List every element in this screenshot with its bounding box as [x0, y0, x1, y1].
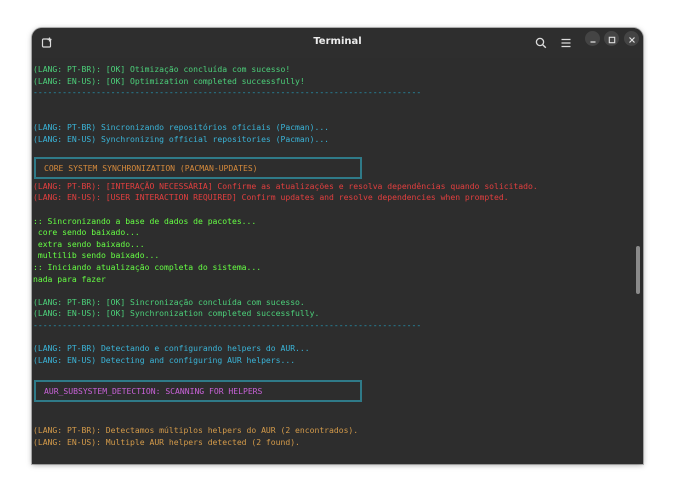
search-icon: [535, 37, 547, 49]
section-header-box: AUR_SUBSYSTEM_DETECTION: SCANNING FOR HE…: [34, 379, 362, 402]
terminal-window: Terminal (LANG: PT-BR): [OK] Otimização …: [32, 28, 643, 464]
menu-button[interactable]: [559, 36, 573, 50]
maximize-button[interactable]: [604, 31, 619, 46]
output-line: (LANG: PT-BR) Detectando e configurando …: [33, 343, 310, 354]
search-button[interactable]: [534, 36, 548, 50]
output-line: nada para fazer: [33, 273, 106, 284]
close-icon: [628, 29, 636, 48]
separator-line: ----------------------------------------…: [33, 87, 422, 98]
minimize-icon: [589, 29, 597, 48]
output-line: (LANG: EN-US): [USER INTERACTION REQUIRE…: [33, 192, 509, 203]
section-header-box: CORE SYSTEM SYNCHRONIZATION (PACMAN-UPDA…: [34, 156, 362, 179]
output-line: (LANG: EN-US) Synchronizing official rep…: [33, 133, 330, 144]
output-line: (LANG: PT-BR): [OK] Sincronização conclu…: [33, 296, 305, 307]
separator-line: ----------------------------------------…: [33, 319, 422, 330]
maximize-icon: [608, 29, 616, 48]
output-line: :: Iniciando atualização completa do sis…: [33, 261, 262, 272]
output-line: (LANG: PT-BR): [INTERAÇÃO NECESSÁRIA] Co…: [33, 180, 538, 191]
output-line: extra sendo baixado...: [33, 238, 145, 249]
vertical-scrollbar[interactable]: [636, 246, 640, 294]
output-line: :: Sincronizando a base de dados de paco…: [33, 215, 257, 226]
output-line: core sendo baixado...: [33, 227, 140, 238]
output-line: (LANG: EN-US): [OK] Synchronization comp…: [33, 308, 320, 319]
terminal-output[interactable]: (LANG: PT-BR): [OK] Otimização concluída…: [32, 64, 635, 464]
output-line: (LANG: EN-US): Multiple AUR helpers dete…: [33, 436, 300, 447]
output-line: (LANG: PT-BR): Detectamos múltiplos help…: [33, 425, 359, 436]
output-line: (LANG: PT-BR) Sincronizando repositórios…: [33, 121, 330, 132]
title-bar[interactable]: Terminal: [32, 28, 643, 58]
minimize-button[interactable]: [585, 31, 600, 46]
output-line: (LANG: PT-BR): [OK] Otimização concluída…: [33, 64, 291, 74]
close-button[interactable]: [624, 31, 639, 46]
hamburger-menu-icon: [560, 37, 572, 49]
output-line: (LANG: EN-US) Detecting and configuring …: [33, 354, 296, 365]
output-line: (LANG: EN-US): [OK] Optimization complet…: [33, 75, 305, 86]
window-title: Terminal: [313, 36, 362, 47]
output-line: multilib sendo baixado...: [33, 250, 160, 261]
